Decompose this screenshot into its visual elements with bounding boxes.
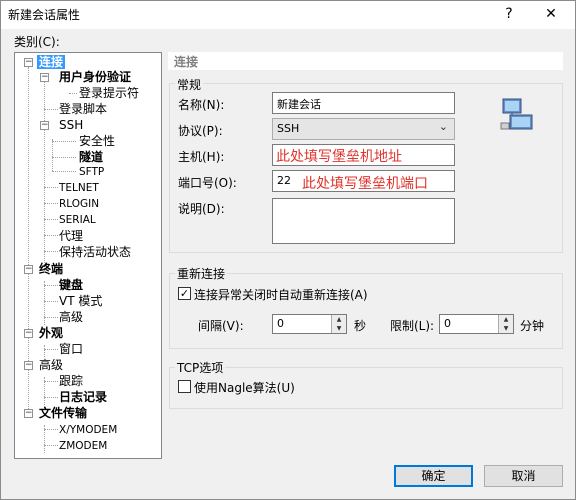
tree-item-login-prompt[interactable]: 登录提示符: [79, 85, 139, 101]
collapse-icon[interactable]: −: [24, 265, 33, 274]
spin-up-icon[interactable]: ▲: [331, 315, 346, 324]
category-label: 类别(C):: [14, 35, 60, 49]
tree-item-proxy[interactable]: 代理: [59, 228, 83, 244]
reconnect-group-title: 重新连接: [175, 265, 228, 282]
auto-reconnect-checkbox[interactable]: ✓: [178, 287, 191, 300]
protocol-select-value: SSH: [277, 122, 300, 135]
port-note: 此处填写堡垒机端口: [302, 176, 428, 192]
tree-item-vt-mode[interactable]: VT 模式: [59, 293, 102, 309]
collapse-icon[interactable]: −: [40, 73, 49, 82]
description-textarea[interactable]: [272, 198, 455, 244]
limit-value: 0: [444, 317, 451, 330]
tree-item-xymodem[interactable]: X/YMODEM: [59, 422, 117, 438]
tree-item-ssh[interactable]: SSH: [59, 117, 83, 133]
collapse-icon[interactable]: −: [40, 121, 49, 130]
tcp-group-title: TCP选项: [175, 359, 226, 376]
network-computer-icon: [498, 97, 534, 133]
tree-item-tunnel[interactable]: 隧道: [79, 149, 103, 165]
protocol-label: 协议(P):: [178, 124, 223, 138]
tree-item-keyboard[interactable]: 键盘: [59, 277, 83, 293]
tree-item-trace[interactable]: 跟踪: [59, 373, 83, 389]
tree-item-keepalive[interactable]: 保持活动状态: [59, 244, 131, 260]
panel-title: 连接: [174, 55, 199, 69]
description-label: 说明(D):: [178, 202, 225, 216]
tree-item-sftp[interactable]: SFTP: [79, 164, 104, 180]
tree-item-zmodem[interactable]: ZMODEM: [59, 438, 107, 454]
nagle-label: 使用Nagle算法(U): [194, 381, 295, 395]
collapse-icon[interactable]: −: [24, 361, 33, 370]
collapse-icon[interactable]: −: [24, 409, 33, 418]
protocol-select[interactable]: SSH ⌄: [272, 118, 455, 140]
name-label: 名称(N):: [178, 98, 225, 112]
limit-spinner[interactable]: 0 ▲ ▼: [439, 314, 514, 334]
limit-unit: 分钟: [520, 319, 545, 333]
tree-item-serial[interactable]: SERIAL: [59, 212, 96, 228]
close-button[interactable]: ✕: [540, 4, 562, 24]
host-note: 此处填写堡垒机地址: [276, 149, 402, 165]
checkmark-icon: ✓: [179, 287, 190, 300]
interval-label: 间隔(V):: [198, 319, 244, 333]
spin-down-icon[interactable]: ▼: [331, 324, 346, 333]
collapse-icon[interactable]: −: [24, 329, 33, 338]
tree-item-terminal-advanced[interactable]: 高级: [59, 309, 83, 325]
auto-reconnect-label: 连接异常关闭时自动重新连接(A): [194, 288, 368, 302]
reconnect-group: [169, 273, 563, 349]
chevron-down-icon: ⌄: [438, 120, 448, 133]
interval-unit: 秒: [354, 319, 367, 333]
name-input[interactable]: 新建会话: [272, 92, 455, 114]
tree-item-connection[interactable]: 连接: [37, 54, 66, 70]
port-label: 端口号(O):: [178, 176, 237, 190]
spin-down-icon[interactable]: ▼: [498, 324, 513, 333]
port-value: 22: [277, 174, 291, 187]
tree-item-window[interactable]: 窗口: [59, 341, 83, 357]
ok-button[interactable]: 确定: [394, 465, 473, 487]
tree-item-rlogin[interactable]: RLOGIN: [59, 196, 99, 212]
spin-up-icon[interactable]: ▲: [498, 315, 513, 324]
category-tree[interactable]: − 连接 − 用户身份验证 登录提示符 登录脚本 − SSH 安全性 隧道 SF…: [14, 52, 162, 459]
tree-item-login-script[interactable]: 登录脚本: [59, 101, 107, 117]
cancel-button[interactable]: 取消: [484, 465, 563, 487]
host-label: 主机(H):: [178, 150, 225, 164]
host-input[interactable]: 此处填写堡垒机地址: [272, 144, 455, 166]
tree-item-log[interactable]: 日志记录: [59, 389, 107, 405]
help-button[interactable]: ?: [498, 4, 520, 24]
tree-item-telnet[interactable]: TELNET: [59, 180, 99, 196]
panel-header: 连接: [168, 52, 563, 70]
tree-item-appearance[interactable]: 外观: [39, 325, 63, 341]
session-properties-dialog: 新建会话属性 ? ✕ 类别(C): − 连接 − 用户身份验证 登录提示符 登录…: [0, 0, 576, 500]
window-title: 新建会话属性: [8, 8, 81, 22]
title-bar: 新建会话属性 ? ✕: [1, 1, 575, 29]
tree-item-advanced[interactable]: 高级: [39, 357, 63, 373]
interval-spinner[interactable]: 0 ▲ ▼: [272, 314, 347, 334]
interval-value: 0: [277, 317, 284, 330]
collapse-icon[interactable]: −: [24, 58, 33, 67]
nagle-checkbox[interactable]: [178, 380, 191, 393]
tree-item-auth[interactable]: 用户身份验证: [59, 69, 131, 85]
tree-item-terminal[interactable]: 终端: [39, 261, 63, 277]
general-group-title: 常规: [175, 76, 204, 93]
limit-label: 限制(L):: [390, 319, 435, 333]
tree-item-file-transfer[interactable]: 文件传输: [39, 405, 87, 421]
tree-item-security[interactable]: 安全性: [79, 133, 115, 149]
